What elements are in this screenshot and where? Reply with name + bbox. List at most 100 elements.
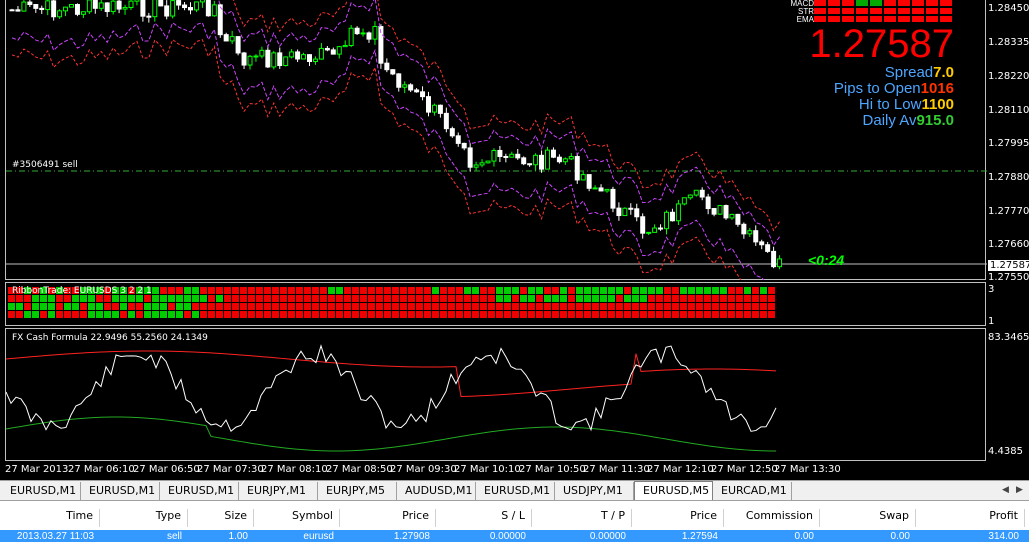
ribbon-cell: [224, 287, 231, 294]
band-line: [11, 21, 765, 280]
tab-chart[interactable]: EURCAD,M1: [713, 482, 792, 500]
ribbon-cell: [424, 303, 431, 310]
ribbon-cell: [168, 287, 175, 294]
ribbon-cell: [112, 303, 119, 310]
trend-cell: [814, 8, 826, 14]
ribbon-cell: [272, 303, 279, 310]
candle-body: [479, 162, 485, 166]
chart-window[interactable]: #3506491 sell <0:24 1.28450 1.28335 1.2822…: [0, 0, 1029, 480]
ribbon-cell: [752, 287, 759, 294]
candle-body: [146, 15, 152, 18]
ribbon-cell: [56, 303, 63, 310]
ribbon-cell: [696, 311, 703, 318]
ribbon-cell: [688, 303, 695, 310]
hud-row: Daily Av915.0: [784, 112, 954, 129]
column-header[interactable]: T / P: [532, 509, 632, 527]
tab-chart[interactable]: EURUSD,M5: [634, 481, 713, 501]
candle-body: [616, 207, 622, 217]
tab-chart[interactable]: USDJPY,M1: [555, 482, 634, 500]
table-cell: 2013.03.27 11:03: [16, 531, 94, 542]
ribbon-cell: [512, 311, 519, 318]
ribbon-cell: [320, 295, 327, 302]
ribbon-cell: [672, 287, 679, 294]
column-header[interactable]: Type: [100, 509, 188, 527]
ribbon-cell: [456, 295, 463, 302]
tab-chart[interactable]: AUDUSD,M1: [397, 482, 476, 500]
candle-body: [699, 189, 705, 198]
candle-body: [104, 2, 110, 13]
ribbon-cell: [296, 303, 303, 310]
tabs-scroll-left-icon[interactable]: ◀: [1002, 484, 1009, 495]
column-header[interactable]: Profit: [916, 509, 1025, 527]
column-header[interactable]: Swap: [820, 509, 916, 527]
ribbon-cell: [424, 311, 431, 318]
ribbon-cell: [144, 295, 151, 302]
ribbon-cell: [352, 295, 359, 302]
ribbon-cell: [504, 303, 511, 310]
tab-chart[interactable]: EURUSD,M1: [2, 482, 81, 500]
ribbon-cell: [672, 295, 679, 302]
ribbon-cell: [152, 287, 159, 294]
candle-body: [283, 56, 289, 66]
ribbon-cell: [672, 311, 679, 318]
tabs-scroll-right-icon[interactable]: ▶: [1016, 484, 1023, 495]
ribbon-pane[interactable]: [5, 282, 986, 326]
ribbon-cell: [288, 311, 295, 318]
tab-chart[interactable]: EURJPY,M1: [239, 482, 318, 500]
ribbon-cell: [344, 303, 351, 310]
column-header[interactable]: Commission: [724, 509, 820, 527]
candle-body: [199, 0, 205, 3]
ribbon-cell: [504, 295, 511, 302]
ribbon-cell: [216, 311, 223, 318]
ribbon-cell: [376, 303, 383, 310]
ribbon-cell: [304, 295, 311, 302]
tab-chart[interactable]: EURJPY,M5: [318, 482, 397, 500]
ribbon-cell: [600, 303, 607, 310]
candle-body: [158, 0, 164, 7]
ribbon-cell: [104, 303, 111, 310]
trend-cell: [884, 8, 896, 14]
ribbon-cell: [240, 295, 247, 302]
column-header[interactable]: Time: [0, 509, 100, 527]
ribbon-cell: [200, 295, 207, 302]
column-header[interactable]: Price: [340, 509, 436, 527]
ribbon-cell: [8, 311, 15, 318]
tab-chart[interactable]: EURUSD,M1: [81, 482, 160, 500]
candle-body: [711, 208, 717, 215]
ribbon-cell: [576, 287, 583, 294]
ribbon-cell: [40, 311, 47, 318]
ribbon-cell: [728, 287, 735, 294]
candle-body: [307, 54, 312, 63]
time-axis-label: 27 Mar 09:30: [390, 464, 457, 475]
column-header[interactable]: S / L: [436, 509, 532, 527]
ribbon-cell: [424, 295, 431, 302]
ribbon-cell: [160, 311, 167, 318]
ribbon-cell: [120, 303, 127, 310]
candle-body: [277, 52, 283, 66]
oscillator-title: FX Cash Formula 22.9496 55.2560 24.1349: [12, 333, 208, 343]
current-price-tag: 1.27587: [988, 260, 1029, 271]
ribbon-cell: [152, 303, 159, 310]
ribbon-cell: [512, 303, 519, 310]
ribbon-cell: [456, 311, 463, 318]
ribbon-cell: [440, 311, 447, 318]
ribbon-cell: [352, 311, 359, 318]
tab-chart[interactable]: EURUSD,M1: [160, 482, 239, 500]
column-header[interactable]: Price: [632, 509, 724, 527]
candle-body: [312, 58, 318, 63]
column-header[interactable]: Size: [188, 509, 254, 527]
ribbon-cell: [592, 303, 599, 310]
ribbon-cell: [256, 295, 263, 302]
candle-body: [491, 149, 497, 162]
ribbon-cell: [624, 311, 631, 318]
oscillator-pane[interactable]: [5, 328, 986, 461]
trend-cell: [814, 0, 826, 6]
column-header[interactable]: Symbol: [254, 509, 340, 527]
osc-axis-bottom: 4.4385: [988, 446, 1023, 457]
ribbon-cell: [432, 287, 439, 294]
ribbon-cell: [616, 287, 623, 294]
ribbon-cell: [216, 303, 223, 310]
candle-body: [354, 27, 360, 35]
tab-chart[interactable]: EURUSD,M1: [476, 482, 555, 500]
ribbon-cell: [368, 287, 375, 294]
